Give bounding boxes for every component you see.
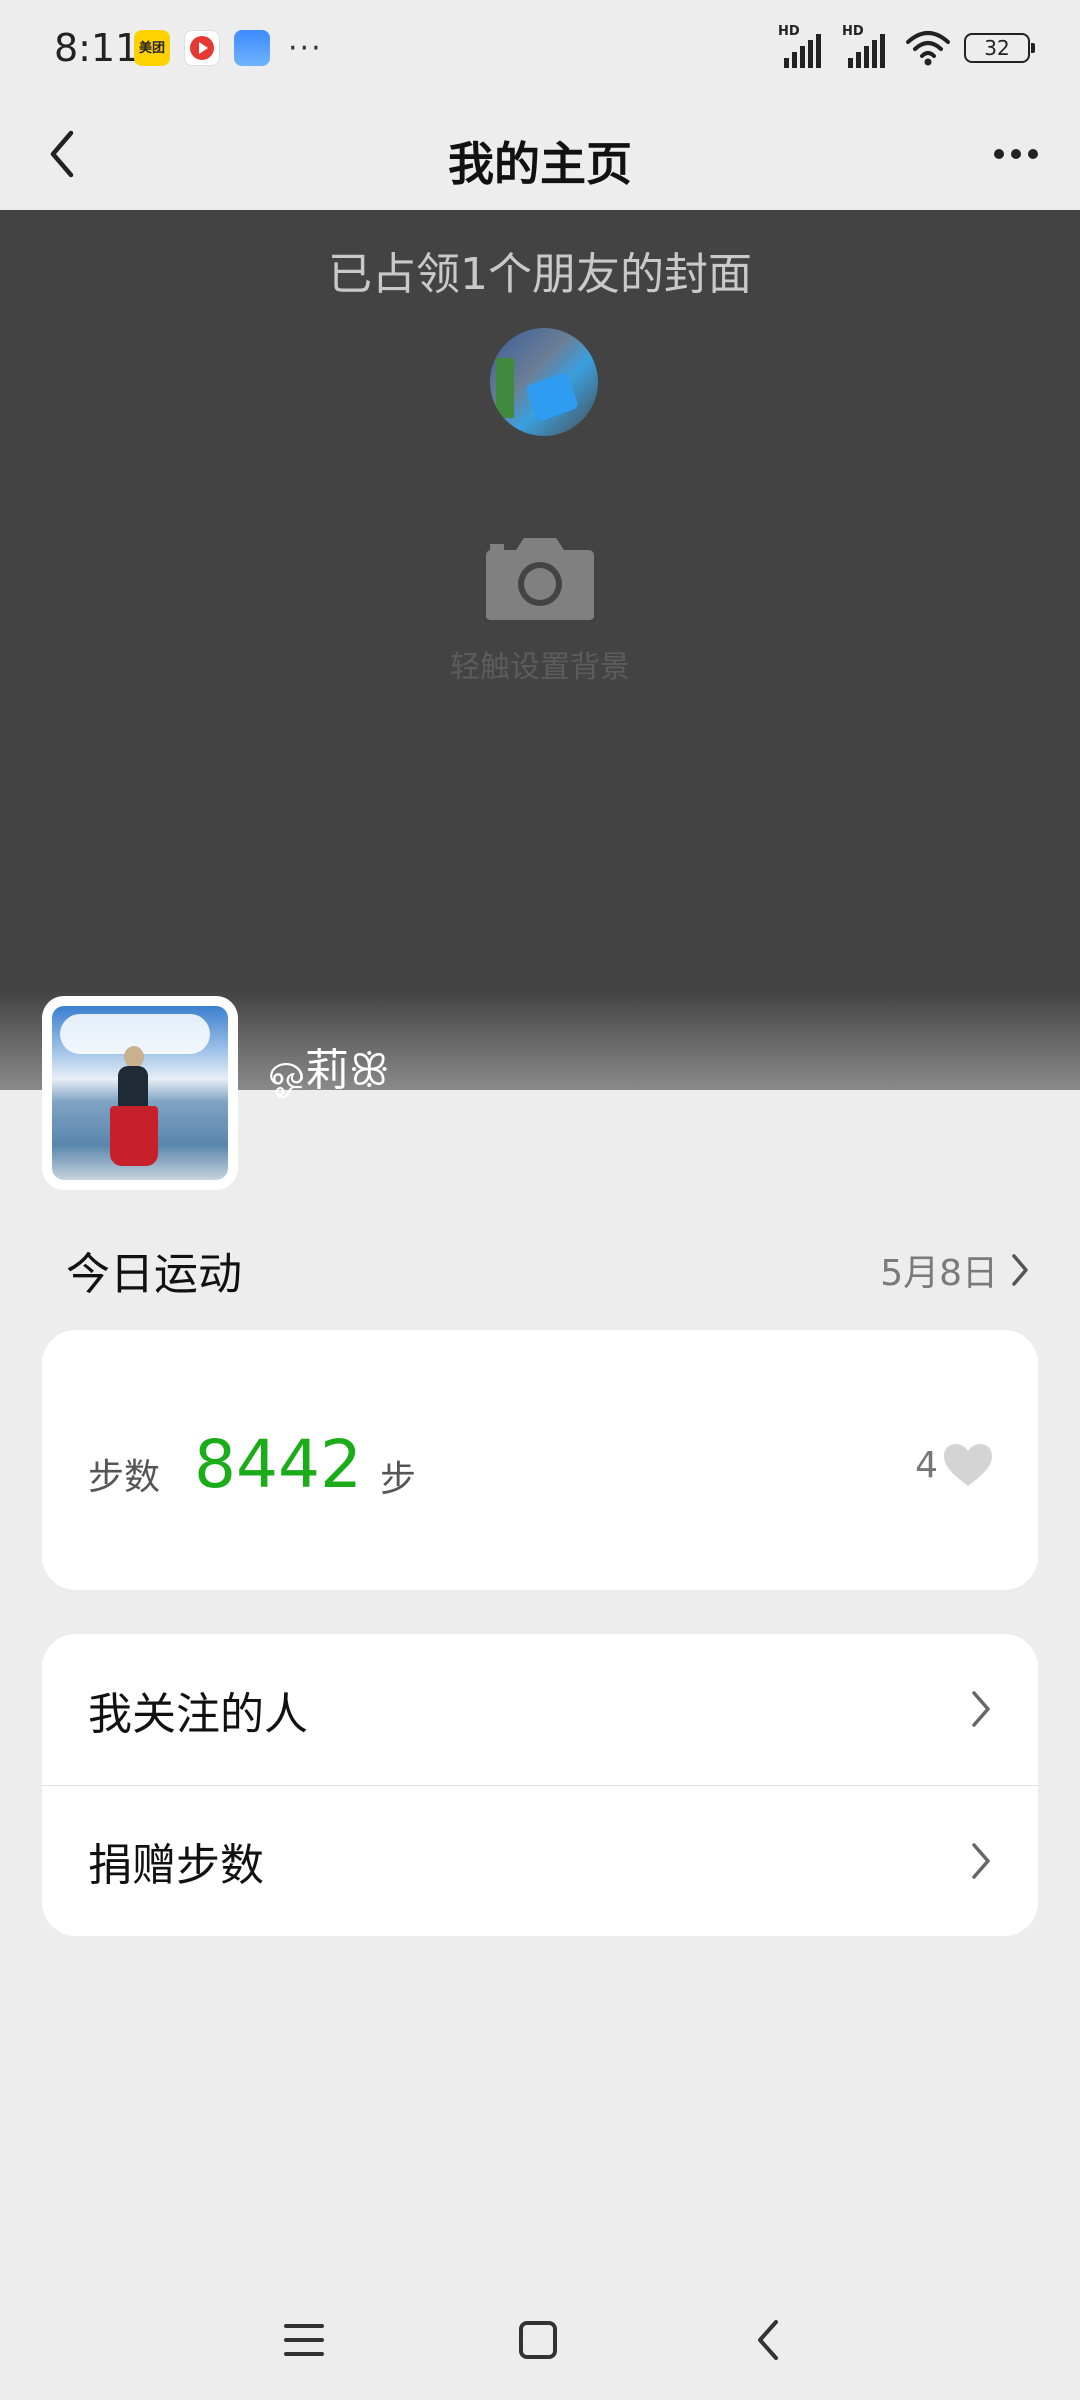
video-app-icon — [184, 30, 220, 66]
menu-icon — [284, 2324, 324, 2356]
status-time: 8:11 — [54, 26, 140, 70]
steps-unit: 步 — [380, 1459, 417, 1500]
camera-icon[interactable] — [480, 532, 600, 622]
page-title: 我的主页 — [448, 137, 632, 191]
wifi-icon — [906, 30, 950, 66]
menu-card: 我关注的人 捐赠步数 — [42, 1634, 1038, 1936]
chevron-right-icon — [972, 1691, 990, 1727]
signal-icon: HD — [842, 24, 892, 68]
today-date-link[interactable]: 5月8日 — [880, 1244, 1030, 1296]
status-indicators: HD HD 32 — [778, 24, 1035, 68]
steps-label: 步数 — [88, 1457, 161, 1498]
today-date: 5月8日 — [880, 1253, 998, 1294]
system-navigation-bar — [0, 2270, 1080, 2400]
today-exercise-title: 今日运动 — [66, 1249, 242, 1300]
back-nav-button[interactable] — [738, 2310, 798, 2370]
more-notifications-icon: ··· — [288, 30, 323, 66]
home-nav-button[interactable] — [508, 2310, 568, 2370]
menu-nav-button[interactable] — [274, 2310, 334, 2370]
dot — [1028, 149, 1038, 159]
menu-item-label: 捐赠步数 — [88, 1840, 264, 1891]
chevron-right-icon — [972, 1843, 990, 1879]
menu-item-donate-steps[interactable]: 捐赠步数 — [42, 1785, 1038, 1936]
steps-value: 8442 — [194, 1426, 362, 1503]
notification-icons: 美团 ··· — [134, 30, 323, 66]
avatar-image — [52, 1006, 228, 1180]
meituan-app-icon: 美团 — [134, 30, 170, 66]
cloud-app-icon — [234, 30, 270, 66]
friend-avatar[interactable] — [490, 328, 598, 436]
chevron-right-icon — [1012, 1254, 1028, 1286]
status-bar: 8:11 美团 ··· HD HD 32 — [0, 0, 1080, 100]
menu-item-label: 我关注的人 — [88, 1688, 308, 1740]
menu-item-following[interactable]: 我关注的人 — [42, 1634, 1038, 1785]
heart-icon — [944, 1444, 992, 1486]
more-options-button[interactable] — [980, 122, 1052, 186]
home-square-icon — [519, 2321, 557, 2359]
signal-icon: HD — [778, 24, 828, 68]
user-nickname: ஓ莉ꕥ — [268, 1045, 390, 1096]
battery-icon: 32 — [964, 33, 1035, 63]
set-background-hint[interactable]: 轻触设置背景 — [0, 642, 1080, 686]
likes-button[interactable]: 4 — [915, 1442, 994, 1488]
cover-background[interactable]: 已占领1个朋友的封面 轻触设置背景 — [0, 210, 1080, 1090]
chevron-left-icon — [758, 2320, 778, 2360]
dot — [994, 149, 1004, 159]
steps-card[interactable]: 步数 8442 步 4 — [42, 1330, 1038, 1590]
user-avatar[interactable] — [42, 996, 238, 1190]
header: 我的主页 — [0, 100, 1080, 210]
likes-count: 4 — [915, 1444, 938, 1486]
cover-occupied-text: 已占领1个朋友的封面 — [328, 249, 752, 300]
dot — [1011, 149, 1021, 159]
